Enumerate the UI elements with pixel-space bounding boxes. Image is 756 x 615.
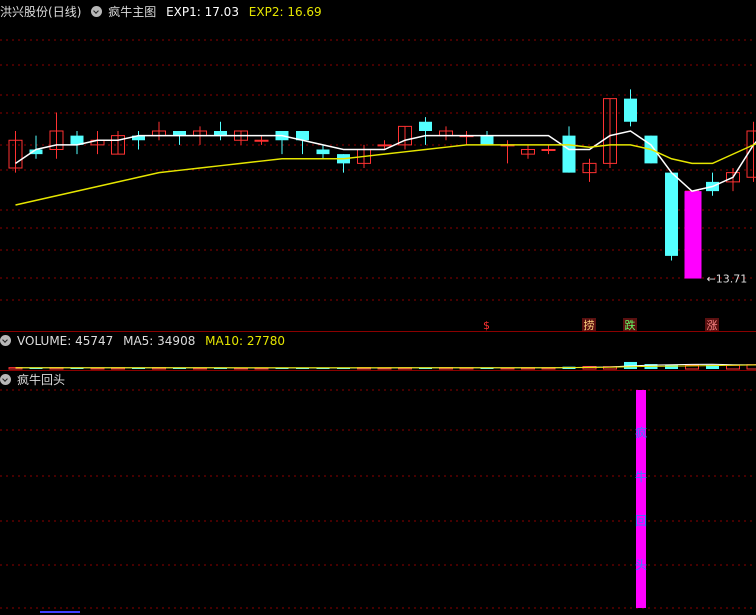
signal-char: 疯 [635, 425, 647, 440]
stock-chart[interactable]: ←13.71 $ 捞 跌 涨疯牛回头 [0, 0, 756, 615]
candle-down [665, 172, 678, 256]
candle-down [624, 98, 637, 122]
signal-char: 回 [635, 514, 647, 528]
marker-label: 捞 [584, 319, 595, 332]
signal-char: 头 [635, 558, 647, 572]
candle-up [541, 149, 556, 151]
marker-label: 跌 [625, 318, 636, 332]
marker-label: 涨 [707, 319, 718, 332]
candle-down [419, 121, 432, 131]
signal-char: 牛 [635, 469, 647, 484]
low-price-label: ←13.71 [707, 273, 748, 286]
signal-column [636, 390, 646, 608]
signal-bar [684, 191, 702, 279]
marker-label: $ [483, 319, 490, 332]
candle-up [254, 139, 269, 142]
candle-down [316, 149, 330, 155]
volume-bar [665, 364, 678, 369]
candle-down [480, 135, 494, 145]
candle-up [377, 144, 392, 147]
candle-down [562, 135, 576, 173]
